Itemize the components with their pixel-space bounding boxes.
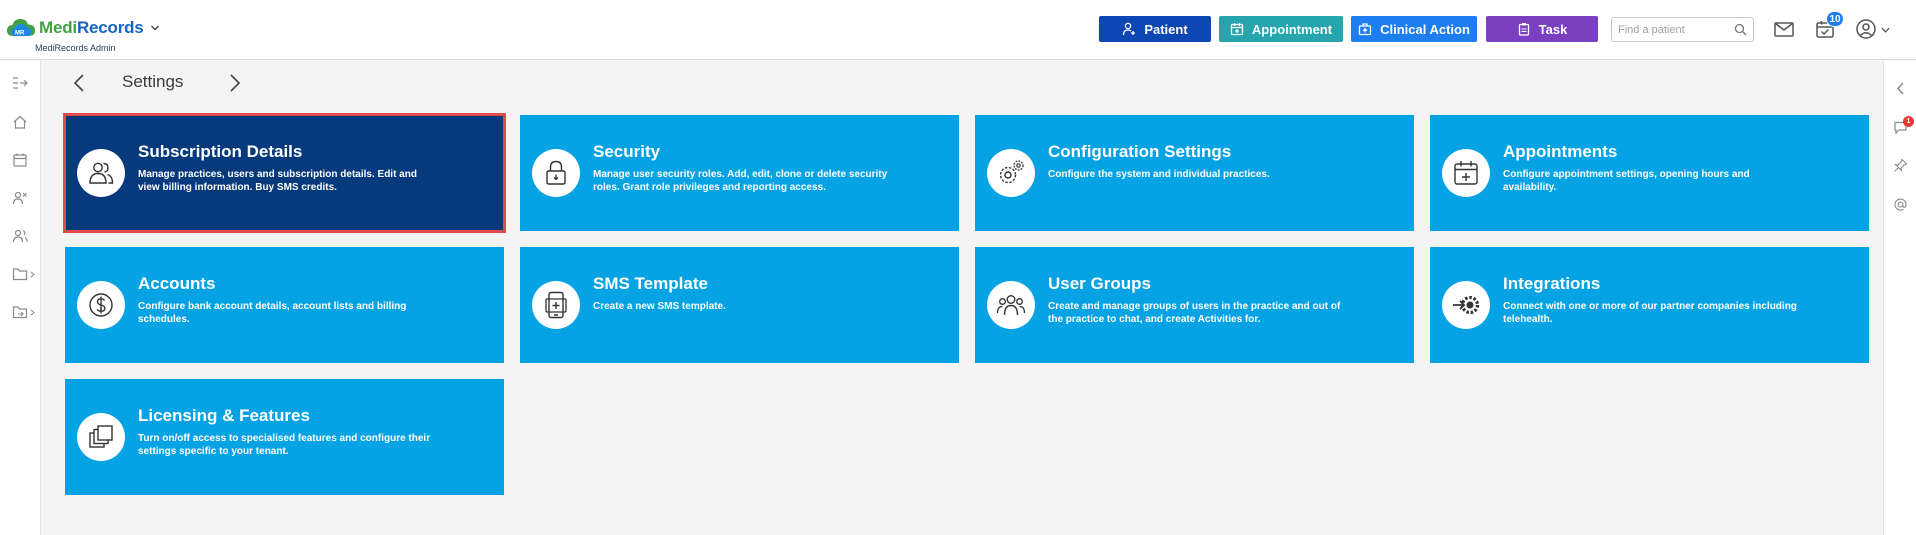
tile-description: Configure appointment settings, opening …: [1503, 169, 1750, 193]
tile-appointments[interactable]: Appointments Configure appointment setti…: [1430, 115, 1869, 231]
tile-title: Appointments: [1503, 142, 1618, 161]
tile-title: Configuration Settings: [1048, 142, 1232, 161]
tasks-count-badge: 10: [1826, 11, 1844, 27]
tile-title: Accounts: [138, 274, 216, 293]
tile-icon-circle: [532, 149, 580, 197]
gears-icon: [999, 160, 1024, 184]
tile-security[interactable]: Security Manage user security roles. Add…: [520, 115, 959, 231]
tile-icon-circle: [987, 149, 1035, 197]
tile-title: SMS Template: [593, 274, 708, 293]
tile-icon-circle: [77, 281, 125, 329]
clinical-action-button-label: Clinical Action: [1380, 21, 1470, 37]
chevron-down-icon[interactable]: [1881, 26, 1890, 34]
tile-title: Security: [593, 142, 661, 161]
patient-button-label: Patient: [1144, 21, 1188, 37]
patient-search-input[interactable]: [1612, 18, 1730, 41]
medical-bag-icon: [1358, 23, 1372, 36]
back-arrow-icon[interactable]: [70, 72, 90, 94]
top-bar: MR MediRecords MediRecords Admin Patient…: [0, 0, 1916, 60]
calendar-add-icon: [1454, 161, 1478, 185]
settings-header: Settings: [52, 61, 1874, 107]
tile-user-groups[interactable]: User Groups Create and manage groups of …: [975, 247, 1414, 363]
user-avatar-icon[interactable]: [1855, 18, 1877, 40]
search-icon[interactable]: [1734, 23, 1747, 36]
contacts-icon[interactable]: [12, 228, 28, 244]
tile-description: Manage user security roles. Add, edit, c…: [593, 169, 888, 193]
org-subtitle: MediRecords Admin: [35, 43, 116, 53]
mail-icon[interactable]: [1773, 18, 1795, 40]
tile-description: Create and manage groups of users in the…: [1048, 301, 1341, 325]
folder-icon[interactable]: [12, 266, 28, 282]
lock-icon: [546, 160, 566, 185]
tile-description: Configure the system and individual prac…: [1048, 169, 1270, 180]
pin-icon[interactable]: [1893, 158, 1908, 173]
forward-arrow-icon[interactable]: [224, 72, 244, 94]
patient-search: [1611, 17, 1754, 42]
tile-description: Create a new SMS template.: [593, 301, 726, 312]
user-group-icon: [996, 294, 1026, 316]
integration-gear-icon: [1453, 295, 1480, 315]
tile-icon-circle: [532, 281, 580, 329]
page-title: Settings: [122, 72, 184, 91]
svg-text:MR: MR: [15, 31, 25, 37]
tile-title: Subscription Details: [138, 142, 303, 161]
clinical-action-button[interactable]: Clinical Action: [1351, 16, 1477, 42]
tile-description: Turn on/off access to specialised featur…: [138, 433, 431, 457]
appointment-button[interactable]: Appointment: [1219, 16, 1343, 42]
tile-icon-circle: [1442, 149, 1490, 197]
tile-accounts[interactable]: Accounts Configure bank account details,…: [65, 247, 504, 363]
tile-title: User Groups: [1048, 274, 1151, 293]
collapse-left-icon[interactable]: [1893, 81, 1908, 96]
task-button[interactable]: Task: [1486, 16, 1598, 42]
tile-icon-circle: [77, 149, 125, 197]
tile-icon-circle: [77, 413, 125, 461]
add-person-icon: [1123, 22, 1136, 36]
mobile-add-icon: [545, 291, 567, 319]
patient-button[interactable]: Patient: [1099, 16, 1211, 42]
right-sidebar: 1: [1883, 61, 1916, 535]
tile-description: Manage practices, users and subscription…: [138, 169, 417, 193]
home-icon[interactable]: [12, 114, 28, 130]
at-sign-icon[interactable]: [1893, 197, 1908, 212]
app-name: MediRecords: [39, 18, 144, 37]
app-logo[interactable]: MR MediRecords: [6, 17, 160, 39]
chevron-right-icon[interactable]: [30, 309, 35, 316]
tile-description: Configure bank account details, account …: [138, 301, 407, 325]
chat-count-badge: 1: [1903, 116, 1914, 127]
appointment-button-label: Appointment: [1251, 21, 1333, 37]
tile-icon-circle: [987, 281, 1035, 329]
chevron-down-icon[interactable]: [150, 23, 160, 33]
cloud-logo-icon: MR: [7, 19, 35, 37]
left-sidebar: [0, 61, 41, 535]
tile-subscription-details[interactable]: Subscription Details Manage practices, u…: [63, 113, 506, 233]
clipboard-icon: [1518, 23, 1529, 36]
tile-configuration-settings[interactable]: Configuration Settings Configure the sys…: [975, 115, 1414, 231]
calendar-icon[interactable]: [12, 152, 28, 168]
users-icon: [89, 162, 114, 184]
folder-share-icon[interactable]: [12, 304, 28, 320]
tile-title: Integrations: [1503, 274, 1601, 293]
expand-menu-icon[interactable]: [12, 75, 28, 91]
tile-description: Connect with one or more of our partner …: [1503, 301, 1797, 325]
tile-licensing-features[interactable]: Licensing & Features Turn on/off access …: [65, 379, 504, 495]
dollar-icon: [89, 293, 113, 317]
patients-icon[interactable]: [12, 190, 28, 206]
task-button-label: Task: [1538, 21, 1568, 37]
layers-icon: [89, 425, 113, 448]
chevron-right-icon[interactable]: [30, 271, 35, 278]
tile-icon-circle: [1442, 281, 1490, 329]
tile-integrations[interactable]: Integrations Connect with one or more of…: [1430, 247, 1869, 363]
tile-title: Licensing & Features: [138, 406, 310, 425]
calendar-icon: [1230, 23, 1244, 36]
tile-sms-template[interactable]: SMS Template Create a new SMS template.: [520, 247, 959, 363]
